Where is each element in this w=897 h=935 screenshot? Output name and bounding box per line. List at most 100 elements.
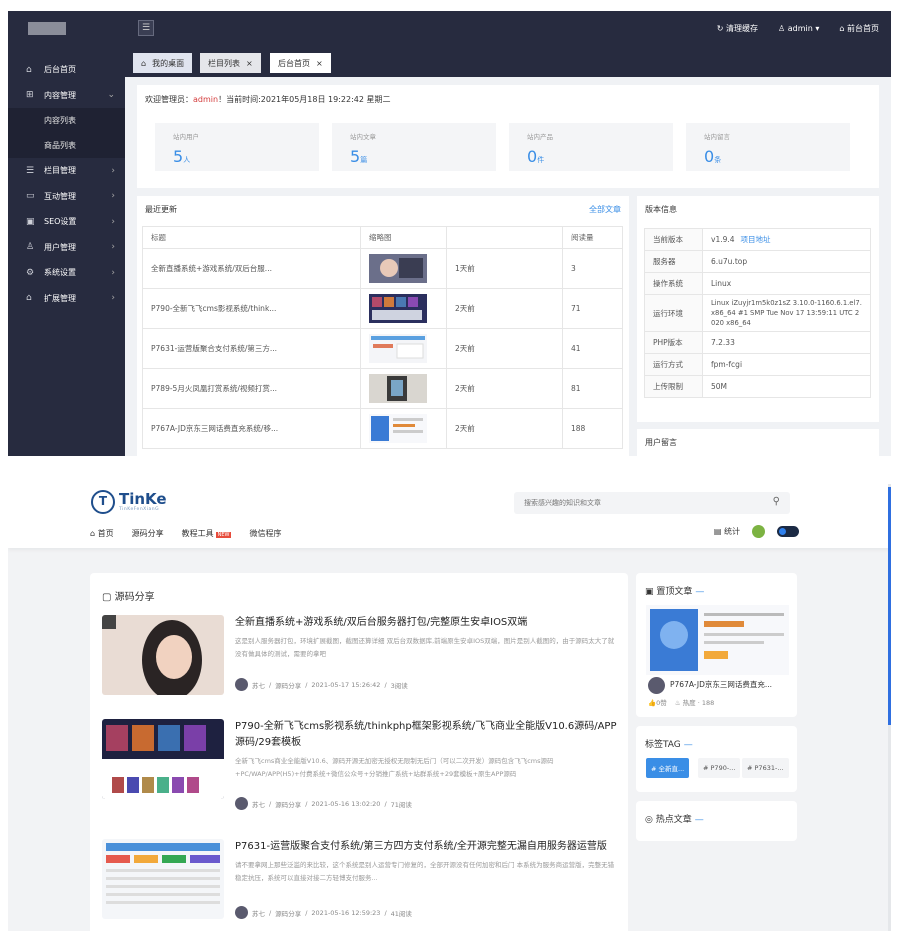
row-thumbnail xyxy=(360,288,447,329)
tag-item[interactable]: # P7631-... xyxy=(742,758,789,778)
nav-label: 首页 xyxy=(97,529,114,538)
search-icon[interactable]: ⚲ xyxy=(773,496,780,507)
stat-label: 站内用户 xyxy=(173,133,199,141)
project-link[interactable]: 项目地址 xyxy=(741,235,771,244)
tab-label: 后台首页 xyxy=(278,58,310,68)
frontend-link[interactable]: ⌂ 前台首页 xyxy=(839,23,879,34)
document-icon: ▢ xyxy=(102,592,115,603)
author-avatar xyxy=(235,678,248,691)
sidebar-item-seo[interactable]: ▣ SEO设置 › xyxy=(8,209,125,235)
row-title[interactable]: P790-全新飞飞cms影视系统/think... xyxy=(142,288,361,329)
row-thumbnail xyxy=(360,408,447,449)
row-views: 3 xyxy=(562,248,623,289)
scrollbar-thumb[interactable] xyxy=(888,487,891,725)
stats-link[interactable]: ▤ 统计 xyxy=(714,526,740,537)
nav-item-home[interactable]: ⌂ 首页 xyxy=(90,528,114,539)
row-time: 2天前 xyxy=(446,408,563,449)
clear-cache-button[interactable]: ↻ 清理缓存 xyxy=(717,23,758,34)
post-title[interactable]: 全新直播系统+游戏系统/双后台服务器打包/完整原生安卓IOS双端 xyxy=(235,615,620,631)
post-category[interactable]: 源码分享 xyxy=(275,908,301,918)
stats-icon: ▤ xyxy=(713,527,724,536)
post-title[interactable]: P790-全新飞飞cms影视系统/thinkphp框架影视系统/飞飞商业全能版V… xyxy=(235,719,620,751)
table-row[interactable]: 全新直播系统+游戏系统/双后台服... 1天前 3 xyxy=(142,248,623,289)
nav-item-source[interactable]: 源码分享 xyxy=(132,528,164,539)
tab-column-list[interactable]: 栏目列表 × xyxy=(200,53,261,73)
user-icon: ♙ xyxy=(778,23,788,33)
tab-admin-home[interactable]: 后台首页 × xyxy=(270,53,331,73)
home-icon: ⌂ xyxy=(90,529,98,538)
user-icon: ♙ xyxy=(26,242,35,253)
post-date: 2021-05-16 13:02:20 xyxy=(311,799,381,808)
sidebar-subitem-content-list[interactable]: 内容列表 xyxy=(8,108,125,133)
row-title[interactable]: P7631-运营版聚合支付系统/第三方... xyxy=(142,328,361,369)
brand-name: TinKe xyxy=(119,490,167,508)
version-value: v1.9.4 项目地址 xyxy=(702,228,871,251)
sidebar-subitem-product-list[interactable]: 商品列表 xyxy=(8,133,125,158)
tab-label: 我的桌面 xyxy=(152,58,185,68)
site-nav: ⌂ 首页 源码分享 教程工具 NEW 微信程序 xyxy=(90,528,281,539)
version-row: 运行环境 Linux iZuyjr1m5k0z1sZ 3.10.0-1160.6.… xyxy=(644,294,871,332)
section-title-label: 源码分享 xyxy=(114,592,155,603)
frontend-label: 前台首页 xyxy=(847,23,879,33)
site-logo[interactable]: T TinKe TinKeFenXianG xyxy=(91,490,167,514)
nav-item-tutorials[interactable]: 教程工具 NEW xyxy=(182,528,232,539)
table-row[interactable]: P767A-JD京东三网话费直充系统/移... 2天前 188 xyxy=(142,408,623,449)
sidebar-item-content[interactable]: ⊞ 内容管理 ⌄ xyxy=(8,83,125,109)
tab-desktop[interactable]: ⌂ 我的桌面 xyxy=(133,53,193,73)
sticky-caption[interactable]: P767A-JD京东三网话费直充... xyxy=(670,679,772,690)
close-icon[interactable]: × xyxy=(316,59,323,68)
row-title[interactable]: P767A-JD京东三网话费直充系统/移... xyxy=(142,408,361,449)
post-item[interactable]: P7631-运营版聚合支付系统/第三方四方支付系统/全开源完整无漏自用服务器运营… xyxy=(102,839,622,929)
chevron-right-icon: › xyxy=(111,165,115,176)
thumbs-up-icon: 👍 xyxy=(648,699,657,707)
menu-toggle-button[interactable]: ☰ xyxy=(138,20,154,36)
avatar[interactable] xyxy=(752,525,765,538)
logo-mark: T xyxy=(91,490,115,514)
sidebar-item-users[interactable]: ♙ 用户管理 › xyxy=(8,235,125,261)
version-row: 服务器 6.u7u.top xyxy=(644,250,871,273)
table-row[interactable]: P790-全新飞飞cms影视系统/think... 2天前 71 xyxy=(142,288,623,329)
home-icon: ⌂ xyxy=(26,64,32,75)
theme-toggle[interactable] xyxy=(777,526,799,537)
tag-item[interactable]: # 全新直... xyxy=(646,758,690,778)
row-title[interactable]: P789-5月火凤凰打赏系统/视频打赏... xyxy=(142,368,361,409)
post-category[interactable]: 源码分享 xyxy=(275,799,301,809)
sidebar-item-dashboard[interactable]: ⌂ 后台首页 xyxy=(8,57,125,83)
search-input[interactable] xyxy=(514,492,754,514)
close-icon[interactable]: × xyxy=(246,59,253,68)
column-header: 标题 xyxy=(142,226,361,249)
post-item[interactable]: 全新直播系统+游戏系统/双后台服务器打包/完整原生安卓IOS双端 这是别人服务器… xyxy=(102,615,622,705)
scrollbar[interactable] xyxy=(888,484,891,931)
post-category[interactable]: 源码分享 xyxy=(275,680,301,690)
post-author[interactable]: 苏七 xyxy=(252,799,265,809)
post-thumbnail[interactable] xyxy=(102,719,224,799)
version-panel: 版本信息 当前版本 v1.9.4 项目地址 服务器 6.u7u.top 操作系统 Lin… xyxy=(637,196,879,422)
post-title[interactable]: P7631-运营版聚合支付系统/第三方四方支付系统/全开源完整无漏自用服务器运营… xyxy=(235,839,620,855)
sidebar-item-extensions[interactable]: ⌂ 扩展管理 › xyxy=(8,286,125,312)
fire-icon: ♨ xyxy=(674,699,683,707)
post-author[interactable]: 苏七 xyxy=(252,908,265,918)
post-thumbnail[interactable] xyxy=(102,839,224,919)
tag-item[interactable]: # P790-... xyxy=(698,758,741,778)
chevron-right-icon: › xyxy=(111,191,115,202)
extension-icon: ⌂ xyxy=(26,293,32,304)
row-time: 1天前 xyxy=(446,248,563,289)
row-title[interactable]: 全新直播系统+游戏系统/双后台服... xyxy=(142,248,361,289)
post-item[interactable]: P790-全新飞飞cms影视系统/thinkphp框架影视系统/飞飞商业全能版V… xyxy=(102,719,622,814)
table-row[interactable]: P789-5月火凤凰打赏系统/视频打赏... 2天前 81 xyxy=(142,368,623,409)
messages-title: 用户留言 xyxy=(645,438,677,447)
sidebar-item-interaction[interactable]: ▭ 互动管理 › xyxy=(8,184,125,210)
sticky-thumbnail[interactable] xyxy=(646,605,789,675)
post-author[interactable]: 苏七 xyxy=(252,680,265,690)
seo-icon: ▣ xyxy=(26,216,35,227)
post-thumbnail[interactable] xyxy=(102,615,224,695)
nav-item-wechat[interactable]: 微信程序 xyxy=(249,528,281,539)
row-views: 188 xyxy=(562,408,623,449)
user-menu[interactable]: ♙ admin ▾ xyxy=(778,24,819,33)
row-thumbnail xyxy=(360,368,447,409)
all-articles-link[interactable]: 全部文章 xyxy=(589,204,621,215)
table-row[interactable]: P7631-运营版聚合支付系统/第三方... 2天前 41 xyxy=(142,328,623,369)
version-value: Linux xyxy=(702,272,871,295)
sidebar-item-settings[interactable]: ⚙ 系统设置 › xyxy=(8,260,125,286)
sidebar-item-columns[interactable]: ☰ 栏目管理 › xyxy=(8,158,125,184)
